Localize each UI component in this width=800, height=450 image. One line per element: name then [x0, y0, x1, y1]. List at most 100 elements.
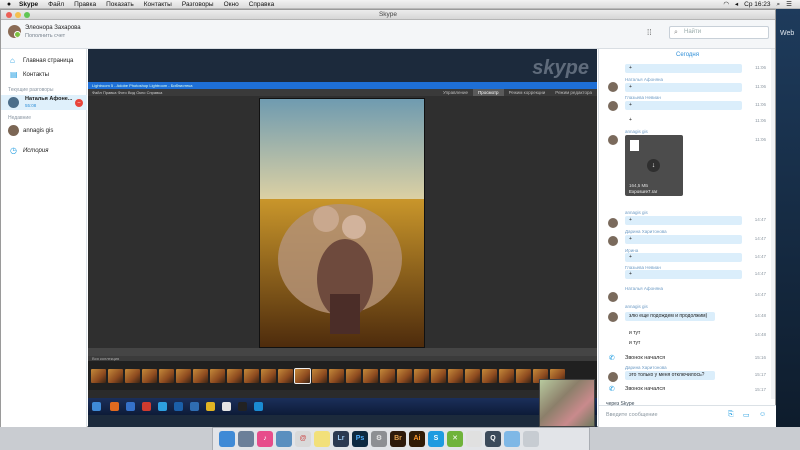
sidebar-item-home[interactable]: ⌂ Главная страница: [1, 54, 87, 67]
lightroom-toolbar: [88, 348, 597, 356]
lightroom-icon[interactable]: Lr: [333, 431, 349, 447]
message-bubble: +: [625, 270, 742, 279]
menu-contacts[interactable]: Контакты: [139, 0, 177, 9]
close-window-button[interactable]: [6, 12, 12, 18]
menu-window[interactable]: Окно: [219, 0, 244, 9]
shared-screen[interactable]: skype Lightroom 5 - Adobe Photoshop Ligh…: [88, 49, 597, 427]
profile-bar: Элеонора Захарова Пополнить счет ⁞⁞ ⌕ На…: [1, 20, 775, 49]
module-editor: Режим редактора: [555, 90, 592, 95]
skype-icon[interactable]: S: [428, 431, 444, 447]
start-icon: [92, 402, 101, 411]
lightroom-module-picker: Управление Просмотр Режим коррекции Режи…: [438, 89, 597, 96]
window-titlebar: Skype: [1, 10, 775, 20]
menu-conversations[interactable]: Разговоры: [177, 0, 219, 9]
clock[interactable]: Ср 16:23: [744, 0, 770, 9]
video-preview[interactable]: [539, 379, 595, 427]
thumbnail: [397, 369, 412, 383]
compose-area: через Skype Введите сообщение ⎘ ▭ ☺: [599, 401, 776, 427]
search-icon: ⌕: [674, 29, 678, 36]
message-sender: Глазьева Невиан: [625, 95, 661, 100]
bridge-icon[interactable]: Br: [390, 431, 406, 447]
message-time: 15:17: [754, 372, 766, 377]
thumbnail: [210, 369, 225, 383]
finder-icon[interactable]: [219, 431, 235, 447]
recent-heading: Недавние: [8, 115, 31, 121]
message-sender: Наталья Афоняна: [625, 77, 663, 82]
thumbnail: [108, 369, 123, 383]
sidebar-item-contacts[interactable]: ▤ Контакты: [1, 68, 87, 81]
dialpad-icon[interactable]: ⁞⁞: [647, 29, 655, 37]
quicktime-icon[interactable]: Q: [485, 431, 501, 447]
thumbnail: [159, 369, 174, 383]
file-name: Exposure7.rar: [629, 189, 658, 194]
menu-edit[interactable]: Правка: [69, 0, 101, 9]
notes-icon[interactable]: [314, 431, 330, 447]
trash-icon[interactable]: [523, 431, 539, 447]
message-bubble: +: [625, 116, 742, 125]
thumbnail: [142, 369, 157, 383]
emoticon-icon[interactable]: ☺: [759, 411, 766, 418]
app-icon: [190, 402, 199, 411]
app-icon: [110, 402, 119, 411]
menu-help[interactable]: Справка: [244, 0, 280, 9]
search-input[interactable]: ⌕ Найти: [669, 26, 769, 39]
message-input[interactable]: Введите сообщение: [606, 412, 658, 418]
message-sender: Наталья Афоняна: [625, 286, 663, 291]
end-call-icon[interactable]: –: [75, 99, 83, 107]
mac-dock: ♪ @ Lr Ps ⚙ Br Ai S ✕ Q: [212, 427, 590, 450]
app-icon: [254, 402, 263, 411]
menu-view[interactable]: Показать: [101, 0, 139, 9]
photoshop-icon[interactable]: Ps: [352, 431, 368, 447]
thumbnail: [227, 369, 242, 383]
phone-icon: ✆: [609, 355, 615, 362]
app-icon: [158, 402, 167, 411]
settings-icon[interactable]: ⚙: [371, 431, 387, 447]
download-icon[interactable]: ↓: [647, 159, 660, 172]
menu-skype[interactable]: Skype: [14, 0, 43, 9]
module-manage: Управление: [442, 90, 468, 95]
send-contact-icon[interactable]: ▭: [743, 411, 750, 419]
module-view: Просмотр: [473, 89, 504, 96]
menu-file[interactable]: Файл: [43, 0, 69, 9]
thumbnail-selected: [294, 368, 311, 384]
thumbnail: [516, 369, 531, 383]
apple-icon[interactable]: ●: [4, 0, 14, 9]
lightroom-filmstrip: Вся коллекция: [88, 356, 597, 390]
current-contact-name: Наталья Афоне...: [25, 96, 73, 102]
itunes-icon[interactable]: ♪: [257, 431, 273, 447]
thumbnail: [176, 369, 191, 383]
thumbnail: [482, 369, 497, 383]
zoom-window-button[interactable]: [24, 12, 30, 18]
volume-icon[interactable]: ◂: [735, 0, 738, 9]
message-time: 14:47: [754, 217, 766, 222]
notifications-icon[interactable]: ☰: [786, 0, 792, 9]
sender-avatar: [608, 82, 618, 92]
send-file-icon[interactable]: ⎘: [728, 411, 734, 419]
message-time: 11:06: [755, 102, 766, 107]
preview-icon[interactable]: [276, 431, 292, 447]
thumbnail: [91, 369, 106, 383]
message-sender: annagis gis: [625, 304, 648, 309]
minimize-window-button[interactable]: [15, 12, 21, 18]
x-app-icon[interactable]: ✕: [447, 431, 463, 447]
my-avatar[interactable]: [8, 25, 21, 38]
message-time: 11:06: [755, 65, 766, 70]
module-correction: Режим коррекции: [508, 90, 546, 95]
file-transfer-card[interactable]: ↓ 164,5 МБ Exposure7.rar: [625, 135, 683, 196]
wifi-icon[interactable]: ◠: [723, 0, 729, 9]
sidebar-item-annagis[interactable]: annagis gis: [1, 124, 87, 137]
illustrator-icon[interactable]: Ai: [409, 431, 425, 447]
message-sender: annagis gis: [625, 210, 648, 215]
thumbnail: [278, 369, 293, 383]
sidebar-item-history[interactable]: ◷ История: [1, 144, 87, 157]
chrome-icon[interactable]: [466, 431, 482, 447]
top-up-link[interactable]: Пополнить счет: [25, 33, 65, 39]
chat-scrollbar[interactable]: [771, 49, 775, 399]
my-name[interactable]: Элеонора Захарова: [25, 25, 81, 31]
launchpad-icon[interactable]: [238, 431, 254, 447]
sidebar-item-current-call[interactable]: Наталья Афоне... 55:08 –: [1, 95, 87, 110]
spotlight-icon[interactable]: ⌕: [777, 0, 781, 9]
folder-icon[interactable]: [504, 431, 520, 447]
message-time: 11:06: [755, 137, 766, 142]
mail-icon[interactable]: @: [295, 431, 311, 447]
